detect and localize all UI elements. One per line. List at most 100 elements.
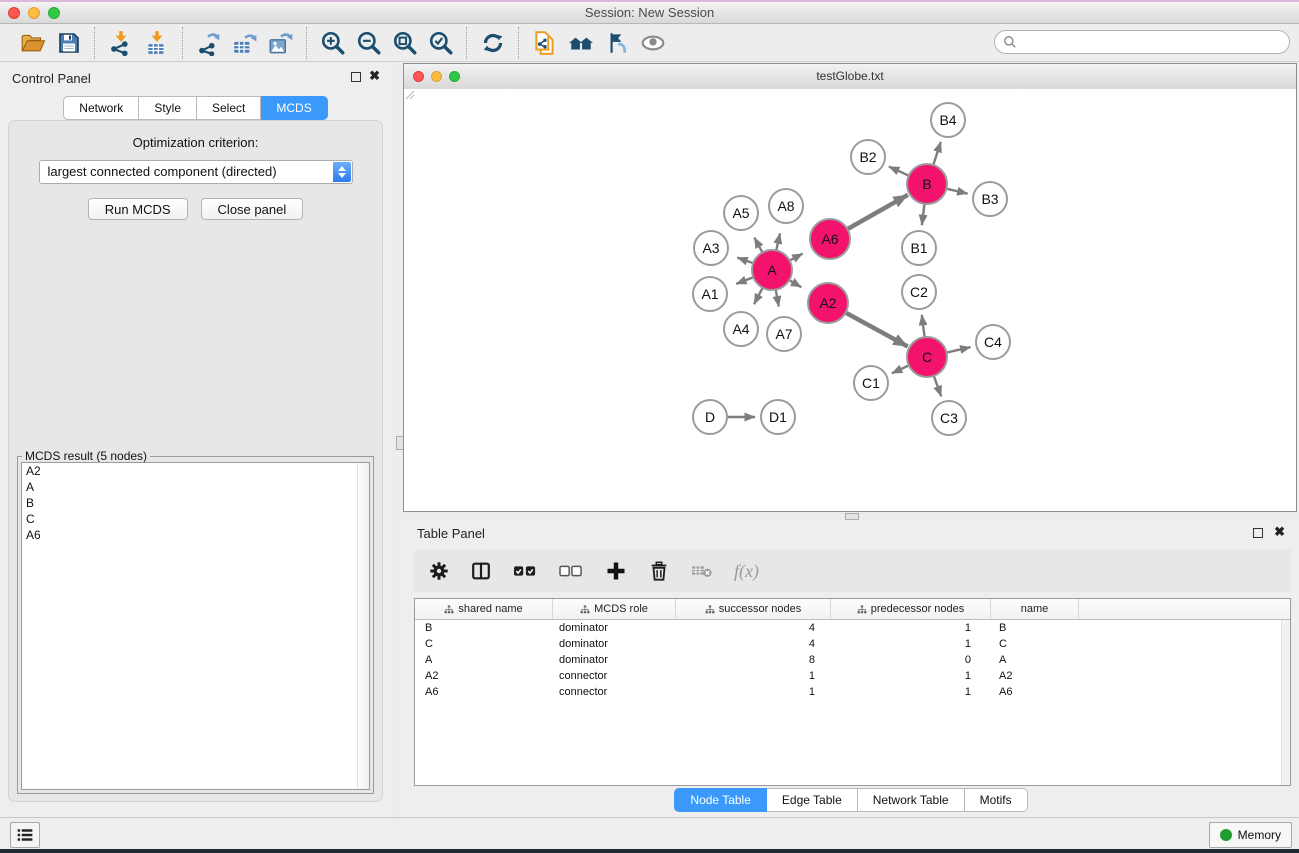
table-cell[interactable]: 1 xyxy=(676,670,831,682)
table-cell[interactable]: C xyxy=(415,638,553,650)
float-table-panel-icon[interactable] xyxy=(1253,528,1263,538)
table-cell[interactable]: dominator xyxy=(553,654,676,666)
new-network-from-selection-icon[interactable] xyxy=(532,30,558,56)
tab-edge-table[interactable]: Edge Table xyxy=(767,788,858,812)
memory-button[interactable]: Memory xyxy=(1209,822,1292,848)
table-cell[interactable]: 8 xyxy=(676,654,831,666)
close-panel-icon[interactable]: ✖ xyxy=(369,68,380,84)
tab-network[interactable]: Network xyxy=(63,96,139,120)
table-cell[interactable]: B xyxy=(991,622,1079,634)
task-history-button[interactable] xyxy=(10,822,40,848)
listbox-scrollbar[interactable] xyxy=(357,463,369,789)
table-cell[interactable]: C xyxy=(991,638,1079,650)
search-box[interactable] xyxy=(994,30,1290,54)
export-image-icon[interactable] xyxy=(268,30,294,56)
graph-edge[interactable] xyxy=(754,287,763,304)
table-cell[interactable]: connector xyxy=(553,670,676,682)
delete-table-icon[interactable] xyxy=(690,561,714,581)
table-row[interactable]: Adominator80A xyxy=(415,652,1290,668)
refresh-layout-icon[interactable] xyxy=(480,30,506,56)
tab-style[interactable]: Style xyxy=(139,96,197,120)
mcds-result-item[interactable]: B xyxy=(22,495,369,511)
mcds-result-item[interactable]: A6 xyxy=(22,527,369,543)
column-header-successor-nodes[interactable]: successor nodes xyxy=(676,599,831,619)
table-scrollbar[interactable] xyxy=(1281,620,1290,785)
mcds-result-item[interactable]: A xyxy=(22,479,369,495)
table-cell[interactable]: 1 xyxy=(831,638,991,650)
hide-selection-icon[interactable] xyxy=(604,30,630,56)
table-cell[interactable]: 1 xyxy=(831,670,991,682)
horizontal-split-handle[interactable] xyxy=(845,513,859,520)
zoom-fit-icon[interactable] xyxy=(392,30,418,56)
zoom-in-icon[interactable] xyxy=(320,30,346,56)
graph-edge[interactable] xyxy=(736,277,754,284)
show-column-icon[interactable] xyxy=(470,560,492,582)
tab-select[interactable]: Select xyxy=(197,96,261,120)
open-file-icon[interactable] xyxy=(20,30,46,56)
deselect-all-checkboxes-icon[interactable] xyxy=(558,560,584,582)
network-graph[interactable]: B4B2BB3A5A8A6B1A3AC2A1A2A4A7C4CC1DD1C3 xyxy=(404,89,1296,511)
column-header-predecessor-nodes[interactable]: predecessor nodes xyxy=(831,599,991,619)
graph-edge[interactable] xyxy=(776,289,779,307)
select-all-checkboxes-icon[interactable] xyxy=(512,560,538,582)
graph-edge[interactable] xyxy=(933,375,941,396)
table-cell[interactable]: A xyxy=(991,654,1079,666)
table-cell[interactable]: A6 xyxy=(415,686,553,698)
graph-edge[interactable] xyxy=(933,142,941,166)
column-header-MCDS-role[interactable]: MCDS role xyxy=(553,599,676,619)
table-row[interactable]: Cdominator41C xyxy=(415,636,1290,652)
graph-edge[interactable] xyxy=(922,315,925,338)
export-table-icon[interactable] xyxy=(232,30,258,56)
tab-network-table[interactable]: Network Table xyxy=(858,788,965,812)
table-cell[interactable]: dominator xyxy=(553,622,676,634)
delete-column-icon[interactable] xyxy=(648,559,670,583)
column-header-name[interactable]: name xyxy=(991,599,1079,619)
mcds-result-item[interactable]: A2 xyxy=(22,463,369,479)
graph-edge[interactable] xyxy=(889,167,910,177)
table-cell[interactable]: A2 xyxy=(991,670,1079,682)
graph-edge[interactable] xyxy=(892,365,910,373)
export-network-icon[interactable] xyxy=(196,30,222,56)
first-neighbors-icon[interactable] xyxy=(568,30,594,56)
graph-edge[interactable] xyxy=(789,254,803,261)
table-cell[interactable]: connector xyxy=(553,686,676,698)
settings-gear-icon[interactable] xyxy=(428,560,450,582)
graph-edge[interactable] xyxy=(776,233,780,251)
mcds-result-item[interactable]: C xyxy=(22,511,369,527)
run-mcds-button[interactable]: Run MCDS xyxy=(88,198,188,220)
table-cell[interactable]: 1 xyxy=(831,622,991,634)
criterion-dropdown[interactable]: largest connected component (directed) xyxy=(39,160,353,184)
node-table[interactable]: shared nameMCDS rolesuccessor nodesprede… xyxy=(414,598,1291,786)
table-cell[interactable]: 4 xyxy=(676,622,831,634)
graph-edge[interactable] xyxy=(945,188,967,193)
close-panel-button[interactable]: Close panel xyxy=(201,198,304,220)
tab-motifs[interactable]: Motifs xyxy=(965,788,1028,812)
table-row[interactable]: Bdominator41B xyxy=(415,620,1290,636)
tab-mcds[interactable]: MCDS xyxy=(261,96,327,120)
table-cell[interactable]: dominator xyxy=(553,638,676,650)
close-table-panel-icon[interactable]: ✖ xyxy=(1274,524,1285,540)
table-cell[interactable]: 0 xyxy=(831,654,991,666)
graph-edge[interactable] xyxy=(847,195,908,230)
table-cell[interactable]: 1 xyxy=(831,686,991,698)
zoom-out-icon[interactable] xyxy=(356,30,382,56)
network-canvas[interactable]: B4B2BB3A5A8A6B1A3AC2A1A2A4A7C4CC1DD1C3 xyxy=(404,89,1296,511)
table-cell[interactable]: A xyxy=(415,654,553,666)
table-cell[interactable]: 4 xyxy=(676,638,831,650)
import-network-icon[interactable] xyxy=(108,30,134,56)
graph-edge[interactable] xyxy=(845,312,908,346)
table-cell[interactable]: B xyxy=(415,622,553,634)
function-builder-icon[interactable]: f(x) xyxy=(734,561,759,582)
save-session-icon[interactable] xyxy=(56,30,82,56)
search-input[interactable] xyxy=(1017,34,1289,50)
table-row[interactable]: A6connector11A6 xyxy=(415,684,1290,700)
graph-edge[interactable] xyxy=(754,238,763,254)
table-cell[interactable]: A6 xyxy=(991,686,1079,698)
mcds-result-list[interactable]: A2ABCA6 xyxy=(21,462,370,790)
graph-edge[interactable] xyxy=(922,203,925,225)
import-table-icon[interactable] xyxy=(144,30,170,56)
float-panel-icon[interactable] xyxy=(351,72,361,82)
column-header-shared-name[interactable]: shared name xyxy=(415,599,553,619)
show-all-icon[interactable] xyxy=(640,30,666,56)
zoom-selected-icon[interactable] xyxy=(428,30,454,56)
